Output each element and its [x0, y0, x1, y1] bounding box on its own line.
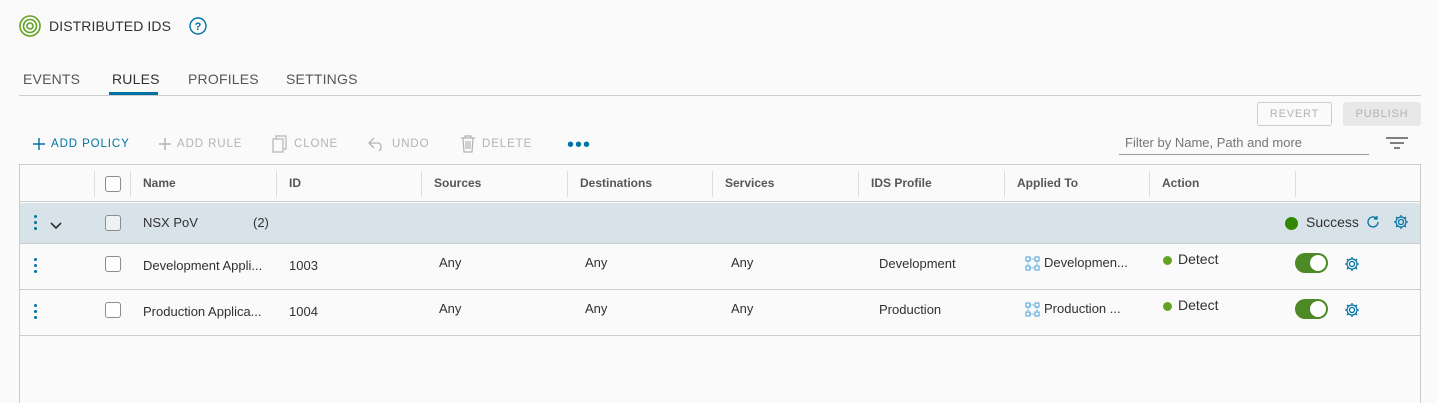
rule-enabled-toggle[interactable] [1295, 253, 1328, 273]
group-icon [1025, 302, 1040, 317]
gear-icon[interactable] [1393, 214, 1409, 235]
delete-label: DELETE [482, 138, 533, 150]
add-policy-label: ADD POLICY [51, 138, 130, 150]
refresh-icon[interactable] [1366, 215, 1380, 234]
column-header-ids-profile[interactable]: IDS Profile [859, 165, 932, 201]
active-tab-indicator [109, 92, 158, 95]
delete-button[interactable]: DELETE [460, 134, 532, 154]
status-text: Success [1306, 214, 1359, 230]
rule-destinations[interactable]: Any [585, 301, 607, 316]
group-checkbox[interactable] [105, 215, 121, 231]
column-header-action[interactable]: Action [1150, 165, 1199, 201]
rule-applied-to[interactable]: Production ... [1025, 301, 1121, 317]
row-checkbox[interactable] [105, 302, 121, 318]
column-header-applied-to[interactable]: Applied To [1005, 165, 1078, 201]
group-name: NSX PoV [143, 215, 198, 230]
table-row[interactable]: Development Appli... 1003 Any Any Any De… [20, 244, 1420, 290]
rule-ids-profile[interactable]: Production [879, 302, 941, 317]
rule-id: 1004 [289, 304, 318, 319]
group-count: (2) [253, 215, 269, 230]
column-header-id[interactable]: ID [277, 165, 301, 201]
detect-status-icon [1163, 301, 1172, 311]
rule-action[interactable]: Detect [1163, 297, 1218, 313]
detect-status-icon [1163, 255, 1172, 265]
help-icon[interactable]: ? [189, 17, 207, 35]
rule-enabled-toggle[interactable] [1295, 299, 1328, 319]
svg-text:?: ? [195, 21, 202, 33]
rule-ids-profile[interactable]: Development [879, 256, 956, 271]
page-title: DISTRIBUTED IDS [49, 18, 172, 34]
column-header-destinations[interactable]: Destinations [568, 165, 652, 201]
action-label: Detect [1178, 251, 1219, 267]
ids-logo-icon [19, 15, 41, 37]
tab-events[interactable]: EVENTS [23, 71, 80, 87]
rule-sources[interactable]: Any [439, 301, 461, 316]
action-label: Detect [1178, 297, 1219, 313]
clone-label: CLONE [294, 138, 339, 150]
table-row[interactable]: Production Applica... 1004 Any Any Any P… [20, 290, 1420, 336]
clone-button[interactable]: CLONE [272, 134, 338, 154]
row-menu-icon[interactable] [34, 215, 38, 233]
column-header-name[interactable]: Name [131, 165, 176, 201]
more-actions-icon[interactable]: ••• [567, 135, 591, 155]
rule-services[interactable]: Any [731, 301, 753, 316]
applied-to-label: Production ... [1044, 301, 1121, 316]
undo-label: UNDO [392, 138, 430, 150]
rule-destinations[interactable]: Any [585, 255, 607, 270]
rule-services[interactable]: Any [731, 255, 753, 270]
column-header-services[interactable]: Services [713, 165, 774, 201]
tab-bar: EVENTS RULES PROFILES SETTINGS [19, 66, 1421, 96]
rule-action[interactable]: Detect [1163, 251, 1218, 267]
policy-group-row[interactable]: NSX PoV (2) Success [20, 203, 1420, 244]
table-header: Name ID Sources Destinations Services ID… [20, 165, 1420, 202]
chevron-down-icon[interactable] [50, 217, 62, 235]
filter-lines-icon[interactable] [1386, 136, 1408, 154]
revert-button[interactable]: REVERT [1257, 102, 1332, 126]
tab-profiles[interactable]: PROFILES [188, 71, 259, 87]
tab-settings[interactable]: SETTINGS [286, 71, 358, 87]
select-all-checkbox[interactable] [105, 176, 121, 192]
trash-icon [461, 135, 475, 153]
gear-icon[interactable] [1344, 302, 1360, 323]
column-header-sources[interactable]: Sources [422, 165, 481, 201]
publish-status: Success [1285, 214, 1359, 230]
applied-to-label: Developmen... [1044, 255, 1128, 270]
row-menu-icon[interactable] [34, 304, 38, 322]
rule-applied-to[interactable]: Developmen... [1025, 255, 1128, 271]
publish-button[interactable]: PUBLISH [1343, 102, 1421, 126]
row-checkbox[interactable] [105, 256, 121, 272]
tab-rules[interactable]: RULES [112, 71, 160, 87]
plus-icon [33, 138, 45, 150]
group-icon [1025, 256, 1040, 271]
add-rule-label: ADD RULE [177, 138, 243, 150]
undo-icon [368, 137, 382, 151]
filter-input[interactable] [1119, 130, 1369, 155]
page-header: DISTRIBUTED IDS ? [19, 14, 207, 38]
undo-button[interactable]: UNDO [368, 134, 429, 154]
rule-sources[interactable]: Any [439, 255, 461, 270]
rule-name[interactable]: Production Applica... [143, 304, 262, 319]
success-status-icon [1285, 216, 1298, 230]
rules-table: Name ID Sources Destinations Services ID… [19, 164, 1421, 403]
plus-icon [159, 138, 171, 150]
copy-icon [272, 135, 287, 153]
row-menu-icon[interactable] [34, 258, 38, 276]
add-rule-button[interactable]: ADD RULE [159, 134, 242, 154]
rule-id: 1003 [289, 258, 318, 273]
add-policy-button[interactable]: ADD POLICY [33, 134, 130, 154]
rule-name[interactable]: Development Appli... [143, 258, 262, 273]
gear-icon[interactable] [1344, 256, 1360, 277]
